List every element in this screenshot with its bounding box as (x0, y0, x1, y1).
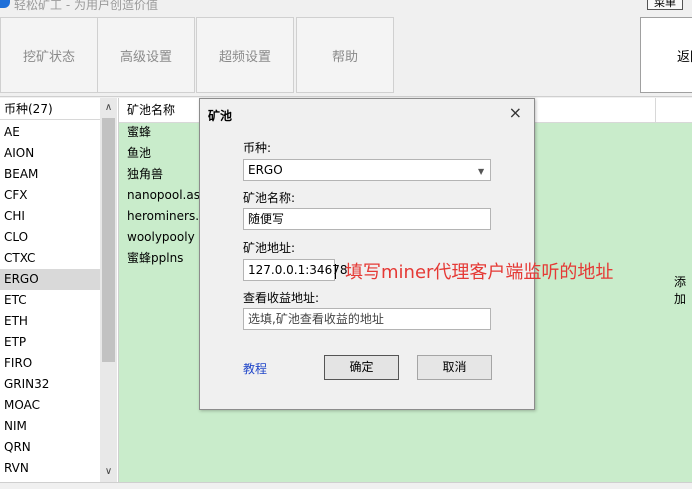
coin-list-item[interactable]: ETH (0, 311, 100, 332)
tab-mining-status[interactable]: 挖矿状态 (0, 17, 98, 93)
pool-name-label: 矿池名称: (243, 191, 296, 205)
coin-list-item[interactable]: AION (0, 143, 100, 164)
text-caret (335, 264, 336, 279)
coin-label: 币种: (243, 141, 272, 155)
coin-list-item[interactable]: CHI (0, 206, 100, 227)
coin-list-item[interactable]: RVN (0, 458, 100, 479)
annotation-text: 填写miner代理客户端监听的地址 (345, 262, 614, 283)
pool-name-column-header[interactable]: 矿池名称 (127, 98, 175, 122)
pool-address-input[interactable]: 127.0.0.1:34678 (243, 259, 347, 281)
coin-list-item[interactable]: GRIN32 (0, 374, 100, 395)
coin-list-item[interactable]: BEAM (0, 164, 100, 185)
pool-name-input[interactable]: 随便写 (243, 208, 491, 230)
coin-list: 币种(27) AE AION BEAM CFX CHI CLO CTXC ERGO ETC ETH… (0, 98, 119, 482)
chevron-down-icon[interactable]: ▼ (478, 167, 484, 176)
close-icon[interactable]: × (509, 103, 522, 122)
scroll-down-icon[interactable]: ∨ (100, 463, 117, 480)
scroll-up-icon[interactable]: ∧ (100, 99, 117, 116)
coin-list-item[interactable]: AE (0, 122, 100, 143)
coin-list-item[interactable]: MOAC (0, 395, 100, 416)
app-title: 轻松矿工 - 为用户创造价值 (14, 0, 158, 12)
scroll-thumb[interactable] (102, 118, 115, 362)
coin-list-item[interactable]: CFX (0, 185, 100, 206)
coin-list-item[interactable]: FIRO (0, 353, 100, 374)
coin-list-scrollbar[interactable]: ∧ ∨ (100, 98, 117, 482)
tutorial-link[interactable]: 教程 (243, 360, 267, 377)
coin-list-header[interactable]: 币种(27) (0, 98, 100, 120)
coin-select[interactable]: ERGO (243, 159, 491, 181)
tab-overclock-settings[interactable]: 超频设置 (196, 17, 294, 93)
coin-list-item[interactable]: ETC (0, 290, 100, 311)
coin-list-item[interactable]: CTXC (0, 248, 100, 269)
back-button[interactable]: 返回 (640, 17, 692, 93)
coin-list-item[interactable]: ERGO (0, 269, 100, 290)
coin-list-item[interactable]: CLO (0, 227, 100, 248)
toolbar: 挖矿状态 高级设置 超频设置 帮助 返回 (0, 16, 692, 94)
app-logo (0, 0, 10, 8)
coin-list-item[interactable]: NIM (0, 416, 100, 437)
tab-help[interactable]: 帮助 (296, 17, 394, 93)
title-bar: 轻松矿工 - 为用户创造价值 菜单 (0, 0, 692, 14)
dialog-title: 矿池 (208, 109, 233, 123)
ok-button[interactable]: 确定 (324, 355, 399, 380)
column-separator (655, 98, 656, 122)
profit-address-label: 查看收益地址: (243, 291, 320, 305)
tab-advanced-settings[interactable]: 高级设置 (97, 17, 195, 93)
coin-list-item[interactable]: QRN (0, 437, 100, 458)
divider (0, 96, 692, 97)
profit-address-input[interactable] (243, 308, 491, 330)
pool-dialog: 矿池 × 币种: ERGO ▼ 矿池名称: 随便写 矿池地址: 127.0.0.… (199, 98, 535, 410)
cancel-button[interactable]: 取消 (417, 355, 492, 380)
pool-address-label: 矿池地址: (243, 241, 296, 255)
coin-list-items: AE AION BEAM CFX CHI CLO CTXC ERGO ETC ETH ETP FIRO… (0, 122, 100, 479)
menu-button[interactable]: 菜单 (647, 0, 683, 10)
add-pool-link[interactable]: 添加 (674, 273, 692, 307)
coin-list-item[interactable]: ETP (0, 332, 100, 353)
